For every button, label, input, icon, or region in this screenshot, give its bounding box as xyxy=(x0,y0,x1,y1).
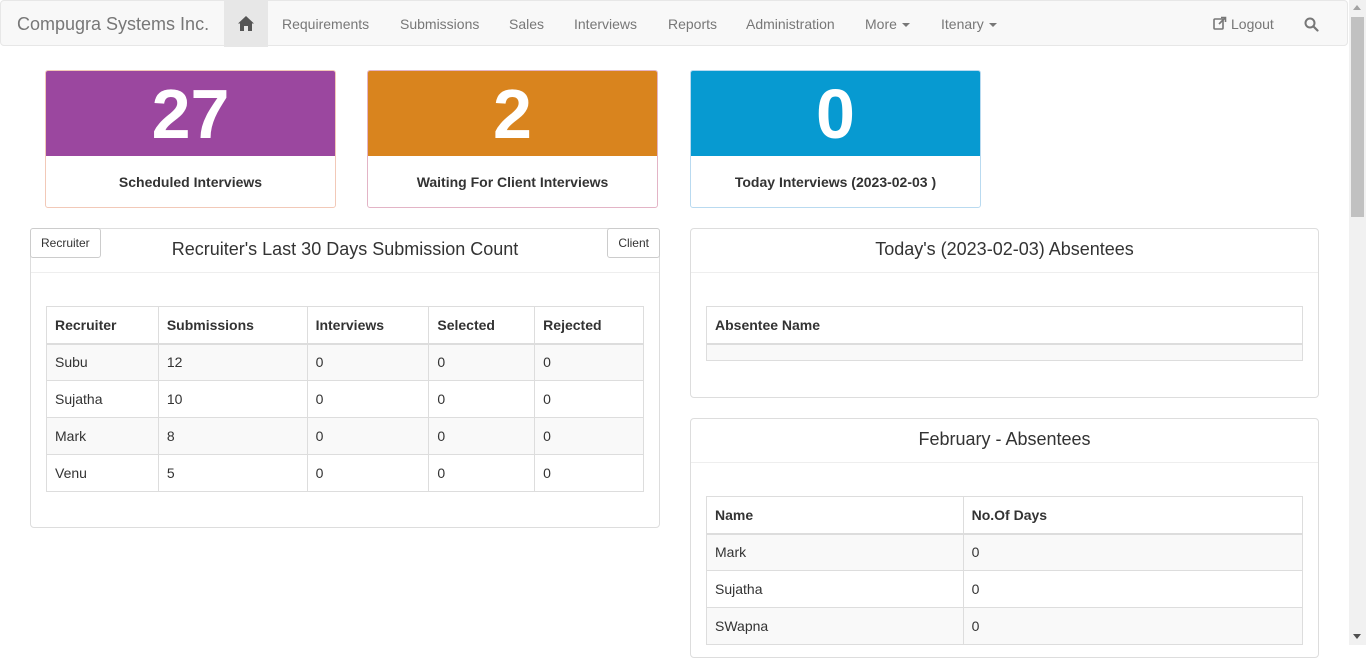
table-row: Mark 0 xyxy=(706,533,1304,571)
nav-more-label: More xyxy=(865,16,897,32)
top-navbar: Compugra Systems Inc. Requirements Submi… xyxy=(0,0,1348,47)
column-header[interactable]: Submissions xyxy=(157,306,308,345)
submissions-cell: 10 xyxy=(157,380,308,418)
caret-down-icon xyxy=(901,23,910,28)
column-header[interactable]: Recruiter xyxy=(46,306,159,345)
submissions-cell: 8 xyxy=(157,417,308,455)
column-header[interactable]: Name xyxy=(706,496,964,535)
selected-cell: 0 xyxy=(428,380,536,418)
column-header[interactable]: No.Of Days xyxy=(962,496,1304,535)
scheduled-interviews-card[interactable]: 27 Scheduled Interviews xyxy=(45,70,336,208)
table-header-row: Absentee Name xyxy=(706,306,1303,345)
month-absentees-table: Name No.Of Days Mark 0 Sujatha 0 SWapna … xyxy=(706,496,1304,645)
nav-administration[interactable]: Administration xyxy=(746,1,835,47)
table-row: Venu 5 0 0 0 xyxy=(46,454,644,492)
nav-home[interactable] xyxy=(224,1,268,47)
rejected-cell: 0 xyxy=(534,343,644,381)
nav-itenary-label: Itenary xyxy=(941,16,984,32)
table-row-empty xyxy=(706,343,1303,361)
scheduled-interviews-count: 27 xyxy=(46,71,335,156)
search-button[interactable] xyxy=(1304,1,1319,47)
scroll-thumb[interactable] xyxy=(1351,17,1364,217)
table-row: Sujatha 10 0 0 0 xyxy=(46,380,644,418)
panel-title: Recruiter's Last 30 Days Submission Coun… xyxy=(171,239,519,259)
recruiter-button[interactable]: Recruiter xyxy=(30,228,101,258)
client-button[interactable]: Client xyxy=(607,228,660,258)
recruiter-cell: Mark xyxy=(46,417,159,455)
table-row: Subu 12 0 0 0 xyxy=(46,343,644,381)
brand-name[interactable]: Compugra Systems Inc. xyxy=(17,1,209,47)
selected-cell: 0 xyxy=(428,454,536,492)
column-header[interactable]: Absentee Name xyxy=(706,306,1303,345)
logout-icon xyxy=(1213,16,1227,30)
days-cell: 0 xyxy=(962,533,1304,571)
interviews-cell: 0 xyxy=(306,454,430,492)
recruiter-cell: Venu xyxy=(46,454,159,492)
home-icon xyxy=(238,16,254,31)
interviews-cell: 0 xyxy=(306,380,430,418)
logout-label: Logout xyxy=(1231,16,1274,32)
submission-count-panel: Recruiter's Last 30 Days Submission Coun… xyxy=(30,228,660,528)
days-cell: 0 xyxy=(962,607,1304,645)
waiting-client-interviews-count: 2 xyxy=(368,71,657,156)
today-interviews-label: Today Interviews (2023-02-03 ) xyxy=(734,174,937,190)
empty-cell xyxy=(706,343,1303,361)
month-absentees-panel: February - Absentees Name No.Of Days Mar… xyxy=(690,418,1319,658)
scroll-up-arrow-icon[interactable] xyxy=(1353,5,1361,10)
interviews-cell: 0 xyxy=(306,417,430,455)
nav-sales[interactable]: Sales xyxy=(509,1,544,47)
table-row: SWapna 0 xyxy=(706,607,1304,645)
panel-heading: Today's (2023-02-03) Absentees xyxy=(691,229,1318,273)
recruiter-cell: Subu xyxy=(46,343,159,381)
caret-down-icon xyxy=(988,23,997,28)
scheduled-interviews-label: Scheduled Interviews xyxy=(118,174,263,190)
table-header-row: Name No.Of Days xyxy=(706,496,1304,535)
today-interviews-card[interactable]: 0 Today Interviews (2023-02-03 ) xyxy=(690,70,981,208)
panel-title: February - Absentees xyxy=(918,429,1091,449)
nav-interviews[interactable]: Interviews xyxy=(574,1,637,47)
nav-more-dropdown[interactable]: More xyxy=(865,1,910,47)
column-header[interactable]: Interviews xyxy=(306,306,430,345)
table-header-row: Recruiter Submissions Interviews Selecte… xyxy=(46,306,644,345)
today-interviews-count: 0 xyxy=(691,71,980,156)
nav-itenary-dropdown[interactable]: Itenary xyxy=(941,1,997,47)
today-absentees-table: Absentee Name xyxy=(706,306,1303,361)
nav-requirements[interactable]: Requirements xyxy=(282,1,369,47)
panel-heading: Recruiter's Last 30 Days Submission Coun… xyxy=(30,228,660,273)
panel-heading: February - Absentees xyxy=(691,419,1318,463)
recruiter-cell: Sujatha xyxy=(46,380,159,418)
column-header[interactable]: Selected xyxy=(428,306,536,345)
scroll-down-arrow-icon[interactable] xyxy=(1353,634,1361,639)
selected-cell: 0 xyxy=(428,417,536,455)
rejected-cell: 0 xyxy=(534,380,644,418)
today-absentees-panel: Today's (2023-02-03) Absentees Absentee … xyxy=(690,228,1319,398)
name-cell: Sujatha xyxy=(706,570,964,608)
submission-count-table: Recruiter Submissions Interviews Selecte… xyxy=(46,306,644,492)
page-scrollbar[interactable] xyxy=(1349,0,1366,645)
waiting-client-interviews-card[interactable]: 2 Waiting For Client Interviews xyxy=(367,70,658,208)
table-row: Mark 8 0 0 0 xyxy=(46,417,644,455)
name-cell: Mark xyxy=(706,533,964,571)
interviews-cell: 0 xyxy=(306,343,430,381)
panel-title: Today's (2023-02-03) Absentees xyxy=(875,239,1134,259)
nav-reports[interactable]: Reports xyxy=(668,1,717,47)
name-cell: SWapna xyxy=(706,607,964,645)
column-header[interactable]: Rejected xyxy=(534,306,644,345)
submissions-cell: 12 xyxy=(157,343,308,381)
logout-link[interactable]: Logout xyxy=(1213,1,1274,47)
submissions-cell: 5 xyxy=(157,454,308,492)
selected-cell: 0 xyxy=(428,343,536,381)
table-row: Sujatha 0 xyxy=(706,570,1304,608)
rejected-cell: 0 xyxy=(534,454,644,492)
days-cell: 0 xyxy=(962,570,1304,608)
waiting-client-interviews-label: Waiting For Client Interviews xyxy=(416,174,609,190)
rejected-cell: 0 xyxy=(534,417,644,455)
search-icon xyxy=(1304,17,1319,32)
nav-submissions[interactable]: Submissions xyxy=(400,1,479,47)
